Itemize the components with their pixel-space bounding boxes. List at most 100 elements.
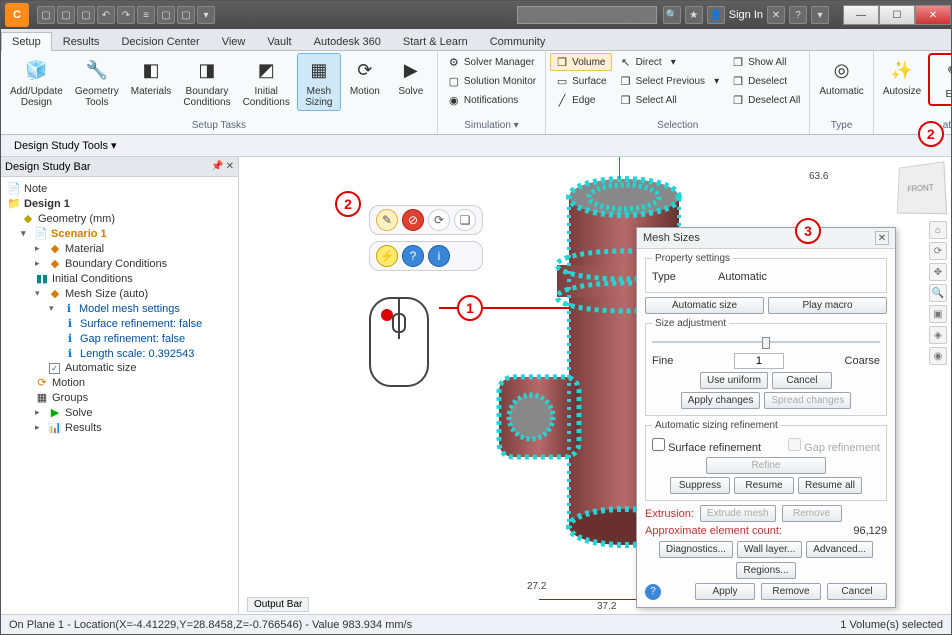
fit-icon[interactable]: ▣ bbox=[929, 305, 947, 323]
tab-vault[interactable]: Vault bbox=[256, 32, 302, 51]
resume-button[interactable]: Resume bbox=[734, 477, 794, 494]
tree-solve[interactable]: ▶Solve bbox=[35, 405, 236, 420]
edge-button[interactable]: ╱Edge bbox=[550, 91, 611, 109]
checkbox-icon[interactable]: ✓ bbox=[49, 363, 60, 374]
tab-results[interactable]: Results bbox=[52, 32, 111, 51]
close-panel-icon[interactable]: ✕ bbox=[226, 161, 234, 172]
info-floating-button[interactable]: i bbox=[428, 245, 450, 267]
tree-view[interactable]: 📄Note 📁Design 1 ◆Geometry (mm) 📄Scenario… bbox=[1, 177, 238, 614]
tree-gap-refinement[interactable]: ℹGap refinement: false bbox=[63, 331, 236, 346]
tree-model-mesh-settings[interactable]: ℹModel mesh settings bbox=[49, 301, 236, 316]
search-box[interactable] bbox=[517, 6, 657, 24]
add-update-design-button[interactable]: 🧊Add/UpdateDesign bbox=[5, 53, 68, 111]
close-button[interactable]: ✕ bbox=[915, 5, 951, 25]
zoom-icon[interactable]: 🔍 bbox=[929, 284, 947, 302]
qat-icon[interactable]: ▢ bbox=[157, 6, 175, 24]
apply-button[interactable]: Apply bbox=[695, 583, 755, 600]
materials-button[interactable]: ◧Materials bbox=[126, 53, 177, 100]
wall-layer-btn[interactable]: Wall layer... bbox=[737, 541, 802, 558]
dialog-close-icon[interactable]: ✕ bbox=[875, 231, 889, 245]
regions-btn[interactable]: Regions... bbox=[736, 562, 795, 579]
solution-monitor-button[interactable]: ▢Solution Monitor bbox=[442, 72, 541, 90]
select-all-button[interactable]: ❒Select All bbox=[614, 91, 725, 109]
cancel-button[interactable]: Cancel bbox=[827, 583, 887, 600]
qat-open-icon[interactable]: ▢ bbox=[57, 6, 75, 24]
design-study-tools-dropdown[interactable]: Design Study Tools ▾ bbox=[7, 136, 124, 155]
size-value-input[interactable] bbox=[734, 353, 784, 369]
surface-button[interactable]: ▭Surface bbox=[550, 72, 611, 90]
help-icon[interactable]: ? bbox=[645, 584, 661, 600]
motion-button[interactable]: ⟳Motion bbox=[343, 53, 387, 100]
notifications-button[interactable]: ◉Notifications bbox=[442, 91, 541, 109]
surface-refinement-check[interactable]: Surface refinement bbox=[652, 438, 761, 454]
refine-button[interactable]: Refine bbox=[706, 457, 826, 474]
volume-button[interactable]: ❒Volume bbox=[550, 53, 611, 71]
tree-note[interactable]: 📄Note bbox=[7, 181, 236, 196]
play-macro-button[interactable]: Play macro bbox=[768, 297, 887, 314]
geometry-tools-button[interactable]: 🔧GeometryTools bbox=[70, 53, 124, 111]
tree-motion[interactable]: ⟳Motion bbox=[35, 375, 236, 390]
qat-undo-icon[interactable]: ↶ bbox=[97, 6, 115, 24]
qat-new-icon[interactable]: ▢ bbox=[37, 6, 55, 24]
tree-results[interactable]: 📊Results bbox=[35, 420, 236, 435]
tree-scenario1[interactable]: 📄Scenario 1 bbox=[21, 226, 236, 241]
qat-more-icon[interactable]: ≡ bbox=[137, 6, 155, 24]
help-floating-button[interactable]: ? bbox=[402, 245, 424, 267]
orbit-floating-button[interactable]: ⟳ bbox=[428, 209, 450, 231]
search-input[interactable] bbox=[517, 6, 657, 24]
diagnostics-btn[interactable]: Diagnostics... bbox=[659, 541, 733, 558]
tool-icon[interactable]: ◉ bbox=[929, 347, 947, 365]
maximize-button[interactable]: ☐ bbox=[879, 5, 915, 25]
edit-floating-button[interactable]: ✎ bbox=[376, 209, 398, 231]
remove-floating-button[interactable]: ⊘ bbox=[402, 209, 424, 231]
tab-community[interactable]: Community bbox=[479, 32, 557, 51]
select-floating-button[interactable]: ❏ bbox=[454, 209, 476, 231]
tree-geometry[interactable]: ◆Geometry (mm) bbox=[21, 211, 236, 226]
advanced-btn[interactable]: Advanced... bbox=[806, 541, 873, 558]
tree-design1[interactable]: 📁Design 1 bbox=[7, 196, 236, 211]
tab-autodesk360[interactable]: Autodesk 360 bbox=[303, 32, 392, 51]
cancel-size-button[interactable]: Cancel bbox=[772, 372, 832, 389]
remove-button[interactable]: Remove bbox=[761, 583, 821, 600]
size-slider[interactable] bbox=[652, 335, 880, 349]
boundary-conditions-button[interactable]: ◨BoundaryConditions bbox=[178, 53, 235, 111]
signin-link[interactable]: Sign In bbox=[729, 9, 763, 21]
direct-button[interactable]: ↖Direct▾ bbox=[614, 53, 725, 71]
automatic-type-button[interactable]: ◎Automatic bbox=[814, 53, 868, 100]
automatic-size-button[interactable]: Automatic size bbox=[645, 297, 764, 314]
deselect-all-button[interactable]: ❒Deselect All bbox=[726, 91, 805, 109]
view-cube[interactable]: FRONT bbox=[897, 161, 947, 214]
qat-save-icon[interactable]: ▢ bbox=[77, 6, 95, 24]
select-previous-button[interactable]: ❒Select Previous▾ bbox=[614, 72, 725, 90]
tree-initial-conditions[interactable]: ▮▮Initial Conditions bbox=[35, 271, 236, 286]
tab-view[interactable]: View bbox=[211, 32, 257, 51]
extrude-mesh-button[interactable]: Extrude mesh bbox=[700, 505, 776, 522]
extrusion-remove-button[interactable]: Remove bbox=[782, 505, 842, 522]
suppress-button[interactable]: Suppress bbox=[670, 477, 730, 494]
tool-icon[interactable]: ◈ bbox=[929, 326, 947, 344]
solver-manager-button[interactable]: ⚙Solver Manager bbox=[442, 53, 541, 71]
initial-conditions-button[interactable]: ◩InitialConditions bbox=[238, 53, 295, 111]
binoculars-icon[interactable]: 🔍 bbox=[663, 6, 681, 24]
exchange-icon[interactable]: ✕ bbox=[767, 6, 785, 24]
resume-all-button[interactable]: Resume all bbox=[798, 477, 862, 494]
spread-changes-button[interactable]: Spread changes bbox=[764, 392, 851, 409]
solve-button[interactable]: ▶Solve bbox=[389, 53, 433, 100]
pin-icon[interactable]: 📌 bbox=[211, 161, 223, 172]
tree-boundary-conditions[interactable]: ◆Boundary Conditions bbox=[35, 256, 236, 271]
use-uniform-button[interactable]: Use uniform bbox=[700, 372, 768, 389]
pan-icon[interactable]: ✥ bbox=[929, 263, 947, 281]
apply-changes-button[interactable]: Apply changes bbox=[681, 392, 761, 409]
tab-start-learn[interactable]: Start & Learn bbox=[392, 32, 479, 51]
tab-decision-center[interactable]: Decision Center bbox=[110, 32, 210, 51]
deselect-button[interactable]: ❒Deselect bbox=[726, 72, 805, 90]
show-all-button[interactable]: ❒Show All bbox=[726, 53, 805, 71]
home-icon[interactable]: ⌂ bbox=[929, 221, 947, 239]
tree-groups[interactable]: ▦Groups bbox=[35, 390, 236, 405]
tree-surface-refinement[interactable]: ℹSurface refinement: false bbox=[63, 316, 236, 331]
tab-setup[interactable]: Setup bbox=[1, 32, 52, 51]
qat-icon[interactable]: ▢ bbox=[177, 6, 195, 24]
tree-material[interactable]: ◆Material bbox=[35, 241, 236, 256]
mesh-sizing-button[interactable]: ▦MeshSizing bbox=[297, 53, 341, 111]
orbit-icon[interactable]: ⟳ bbox=[929, 242, 947, 260]
